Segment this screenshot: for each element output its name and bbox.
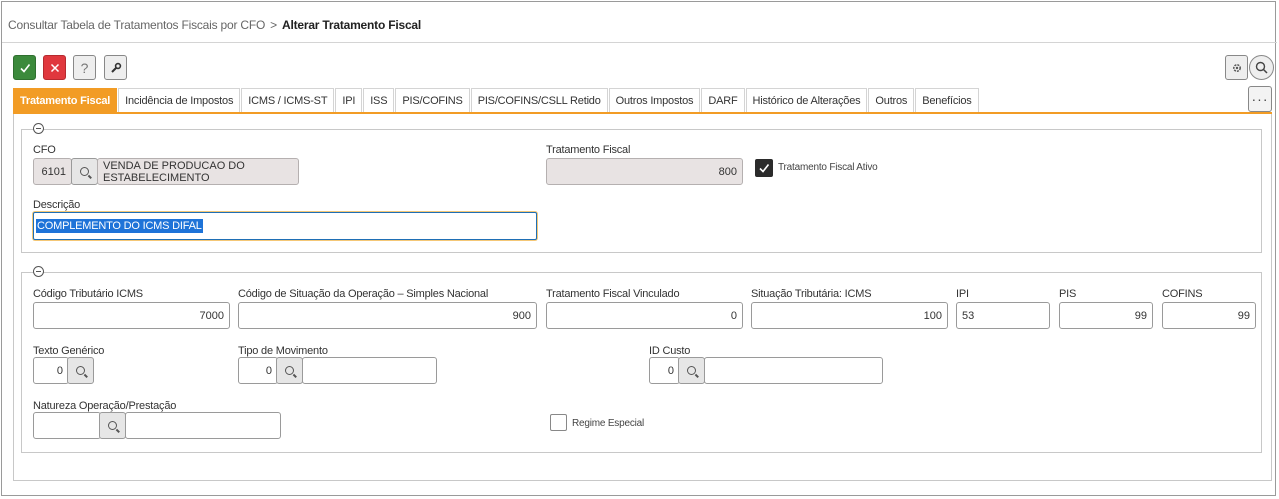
cfo-label: CFO	[33, 144, 56, 156]
search-icon	[76, 366, 85, 375]
tratamento-vinculado-label: Tratamento Fiscal Vinculado	[546, 288, 680, 300]
tipo-movimento-search-button[interactable]	[276, 357, 303, 384]
cancel-button[interactable]	[43, 55, 66, 80]
tratamento-ativo-checkbox[interactable]	[755, 159, 773, 177]
tratamento-ativo-label: Tratamento Fiscal Ativo	[778, 162, 878, 173]
descricao-text: COMPLEMENTO DO ICMS DIFAL	[36, 219, 203, 233]
texto-generico-field[interactable]: 0	[33, 357, 69, 384]
situacao-icms-field[interactable]: 100	[751, 302, 948, 329]
id-custo-field[interactable]: 0	[649, 357, 680, 384]
ipi-field[interactable]: 53	[956, 302, 1050, 329]
csosn-label: Código de Situação da Operação – Simples…	[238, 288, 489, 300]
tratamento-fiscal-label: Tratamento Fiscal	[546, 144, 631, 156]
confirm-button[interactable]	[13, 55, 36, 80]
situacao-icms-label: Situação Tributária: ICMS	[751, 288, 872, 300]
natureza-operacao-description	[125, 412, 281, 439]
tools-button[interactable]	[104, 55, 127, 80]
pis-label: PIS	[1059, 288, 1077, 300]
header-divider	[2, 42, 1277, 43]
collapse-section-2-icon[interactable]	[33, 266, 44, 277]
ipi-label: IPI	[956, 288, 969, 300]
pis-field[interactable]: 99	[1059, 302, 1153, 329]
collapse-section-1-icon[interactable]	[33, 123, 44, 134]
check-icon	[759, 164, 770, 173]
tipo-movimento-description	[302, 357, 437, 384]
texto-generico-label: Texto Genérico	[33, 345, 105, 357]
natureza-operacao-label: Natureza Operação/Prestação	[33, 400, 177, 412]
id-custo-label: ID Custo	[649, 345, 691, 357]
descricao-label: Descrição	[33, 199, 81, 211]
help-button[interactable]: ?	[73, 55, 96, 80]
breadcrumb-parent-link[interactable]: Consultar Tabela de Tratamentos Fiscais …	[8, 18, 265, 32]
check-icon	[19, 63, 30, 73]
tab-incidencia-impostos[interactable]: Incidência de Impostos	[118, 88, 241, 112]
csosn-field[interactable]: 900	[238, 302, 537, 329]
cofins-field[interactable]: 99	[1162, 302, 1256, 329]
wrench-icon	[110, 62, 121, 73]
cofins-label: COFINS	[1162, 288, 1203, 300]
tab-historico-alteracoes[interactable]: Histórico de Alterações	[745, 88, 868, 112]
descricao-input[interactable]: COMPLEMENTO DO ICMS DIFAL	[33, 212, 537, 240]
breadcrumb-current: Alterar Tratamento Fiscal	[281, 18, 422, 32]
more-tabs-button[interactable]: ···	[1248, 86, 1272, 112]
tab-beneficios[interactable]: Benefícios	[915, 88, 979, 112]
tab-icms-st[interactable]: ICMS / ICMS-ST	[241, 88, 335, 112]
close-icon	[50, 63, 59, 72]
tab-outros[interactable]: Outros	[868, 88, 915, 112]
tipo-movimento-field[interactable]: 0	[238, 357, 278, 384]
search-icon	[108, 421, 117, 430]
id-custo-description	[704, 357, 883, 384]
regime-especial-label: Regime Especial	[572, 418, 645, 429]
tab-darf[interactable]: DARF	[701, 88, 745, 112]
search-icon	[285, 366, 294, 375]
breadcrumb-separator: >	[270, 18, 277, 32]
id-custo-search-button[interactable]	[678, 357, 705, 384]
search-icon	[1255, 61, 1268, 74]
tratamento-fiscal-field: 800	[546, 158, 743, 185]
tratamento-vinculado-field[interactable]: 0	[546, 302, 743, 329]
tab-pis-cofins[interactable]: PIS/COFINS	[395, 88, 470, 112]
tab-iss[interactable]: ISS	[363, 88, 395, 112]
cfo-code-field[interactable]: 6101	[33, 158, 72, 185]
tab-pis-cofins-csll-retido[interactable]: PIS/COFINS/CSLL Retido	[470, 88, 608, 112]
gear-icon	[1232, 63, 1241, 72]
settings-button[interactable]	[1225, 55, 1248, 80]
search-icon	[80, 167, 89, 176]
breadcrumb: Consultar Tabela de Tratamentos Fiscais …	[8, 18, 421, 32]
natureza-operacao-search-button[interactable]	[99, 412, 126, 439]
texto-generico-search-button[interactable]	[67, 357, 94, 384]
tab-tratamento-fiscal[interactable]: Tratamento Fiscal	[13, 88, 118, 112]
tipo-movimento-label: Tipo de Movimento	[238, 345, 328, 357]
cfo-search-button[interactable]	[71, 158, 98, 185]
regime-especial-checkbox[interactable]	[550, 414, 567, 431]
tab-ipi[interactable]: IPI	[335, 88, 363, 112]
tab-outros-impostos[interactable]: Outros Impostos	[608, 88, 701, 112]
codigo-tributario-label: Código Tributário ICMS	[33, 288, 143, 300]
window-frame: Consultar Tabela de Tratamentos Fiscais …	[1, 1, 1277, 496]
codigo-tributario-field[interactable]: 7000	[33, 302, 230, 329]
natureza-operacao-field[interactable]	[33, 412, 101, 439]
search-button[interactable]	[1249, 55, 1274, 80]
cfo-description-field: VENDA DE PRODUCAO DO ESTABELECIMENTO	[97, 158, 299, 185]
search-icon	[687, 366, 696, 375]
tab-bar: Tratamento Fiscal Incidência de Impostos…	[13, 88, 980, 112]
